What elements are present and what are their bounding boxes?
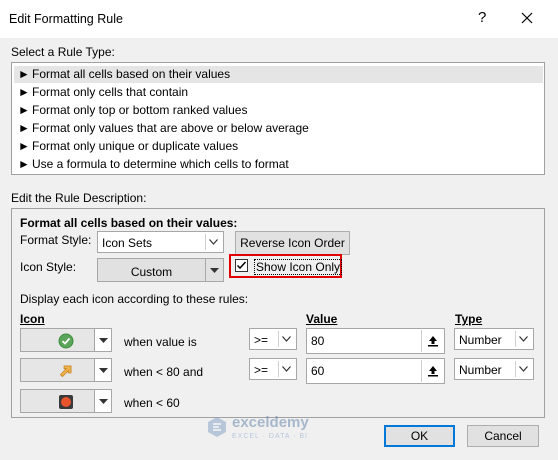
caret-down-icon[interactable] bbox=[210, 268, 219, 274]
help-button[interactable]: ? bbox=[478, 9, 492, 26]
column-header-type: Type bbox=[455, 312, 483, 326]
rule-type-item[interactable]: ► Format only unique or duplicate values bbox=[14, 138, 543, 155]
icon-dropdown[interactable] bbox=[94, 358, 112, 382]
red-stop-square-icon bbox=[59, 395, 73, 409]
rule-type-item[interactable]: ► Format only values that are above or be… bbox=[14, 120, 543, 137]
chevron-down-icon[interactable] bbox=[278, 331, 294, 347]
watermark: exceldemy EXCEL · DATA · BI bbox=[206, 414, 356, 444]
show-icon-only-checkbox[interactable] bbox=[235, 259, 248, 272]
rule-type-item[interactable]: ► Format only cells that contain bbox=[14, 84, 543, 101]
orange-up-right-arrow-icon bbox=[59, 365, 72, 378]
chevron-down-icon[interactable] bbox=[205, 234, 221, 250]
arrow-right-icon: ► bbox=[18, 157, 30, 171]
arrow-right-icon: ► bbox=[18, 139, 30, 153]
watermark-tagline: EXCEL · DATA · BI bbox=[232, 433, 308, 440]
arrow-right-icon: ► bbox=[18, 103, 30, 117]
rule-type-item[interactable]: ► Format all cells based on their values bbox=[14, 66, 543, 83]
close-button[interactable] bbox=[517, 8, 537, 28]
cancel-button[interactable]: Cancel bbox=[467, 425, 539, 447]
chevron-down-icon[interactable] bbox=[278, 361, 294, 377]
title-bar: Edit Formatting Rule ? bbox=[0, 0, 558, 38]
collapse-dialog-icon bbox=[428, 366, 438, 377]
value-text: 80 bbox=[311, 334, 325, 348]
description-subheading: Format all cells based on their values: bbox=[20, 216, 238, 230]
format-style-value: Icon Sets bbox=[102, 236, 153, 250]
watermark-brand: exceldemy bbox=[232, 414, 309, 431]
caret-down-icon bbox=[98, 399, 108, 404]
column-header-icon: Icon bbox=[20, 312, 45, 326]
rule-type-list: ► Format all cells based on their values … bbox=[11, 62, 545, 175]
rule-type-item[interactable]: ► Format only top or bottom ranked values bbox=[14, 102, 543, 119]
show-icon-only-label[interactable]: Show Icon Only bbox=[254, 259, 343, 275]
close-icon bbox=[521, 12, 533, 24]
rule-description-panel: Format all cells based on their values: … bbox=[11, 208, 545, 418]
icon-style-select[interactable]: Custom bbox=[97, 258, 224, 282]
icon-style-value: Custom bbox=[130, 265, 173, 279]
type-select[interactable]: Number bbox=[454, 328, 534, 350]
rule-condition-text: when < 60 bbox=[124, 396, 180, 410]
arrow-right-icon: ► bbox=[18, 67, 30, 81]
exceldemy-logo-icon bbox=[208, 417, 226, 437]
select-range-button[interactable] bbox=[421, 330, 443, 352]
caret-down-icon bbox=[98, 338, 108, 343]
icon-dropdown[interactable] bbox=[94, 389, 112, 413]
operator-select[interactable]: >= bbox=[249, 358, 297, 380]
format-style-label: Format Style: bbox=[20, 233, 92, 247]
type-value: Number bbox=[459, 333, 502, 347]
column-header-value: Value bbox=[306, 312, 338, 326]
select-range-button[interactable] bbox=[421, 360, 443, 382]
reverse-icon-order-button[interactable]: Reverse Icon Order bbox=[235, 231, 350, 255]
collapse-dialog-icon bbox=[428, 336, 438, 347]
rules-caption: Display each icon according to these rul… bbox=[20, 292, 249, 306]
type-value: Number bbox=[459, 363, 502, 377]
arrow-right-icon: ► bbox=[18, 85, 30, 99]
icon-style-label: Icon Style: bbox=[20, 260, 77, 274]
value-input[interactable]: 80 bbox=[306, 328, 445, 354]
caret-down-icon bbox=[98, 368, 108, 373]
rule-description-heading: Edit the Rule Description: bbox=[11, 191, 147, 205]
ok-button[interactable]: OK bbox=[384, 425, 455, 447]
chevron-down-icon[interactable] bbox=[515, 331, 531, 347]
operator-value: >= bbox=[254, 363, 269, 377]
operator-select[interactable]: >= bbox=[249, 328, 297, 350]
arrow-right-icon: ► bbox=[18, 121, 30, 135]
rule-type-heading: Select a Rule Type: bbox=[11, 45, 115, 59]
rule-condition-text: when < 80 and bbox=[124, 365, 204, 379]
rule-condition-text: when value is bbox=[124, 335, 197, 349]
operator-value: >= bbox=[254, 333, 269, 347]
dialog-title: Edit Formatting Rule bbox=[9, 12, 123, 26]
value-input[interactable]: 60 bbox=[306, 358, 445, 384]
split-divider bbox=[205, 259, 206, 281]
checkmark-icon bbox=[236, 261, 247, 270]
rule-type-item[interactable]: ► Use a formula to determine which cells … bbox=[14, 156, 543, 173]
chevron-down-icon[interactable] bbox=[515, 361, 531, 377]
format-style-select[interactable]: Icon Sets bbox=[97, 231, 224, 253]
icon-dropdown[interactable] bbox=[94, 328, 112, 352]
type-select[interactable]: Number bbox=[454, 358, 534, 380]
green-check-circle-icon bbox=[58, 333, 74, 349]
value-text: 60 bbox=[311, 364, 325, 378]
